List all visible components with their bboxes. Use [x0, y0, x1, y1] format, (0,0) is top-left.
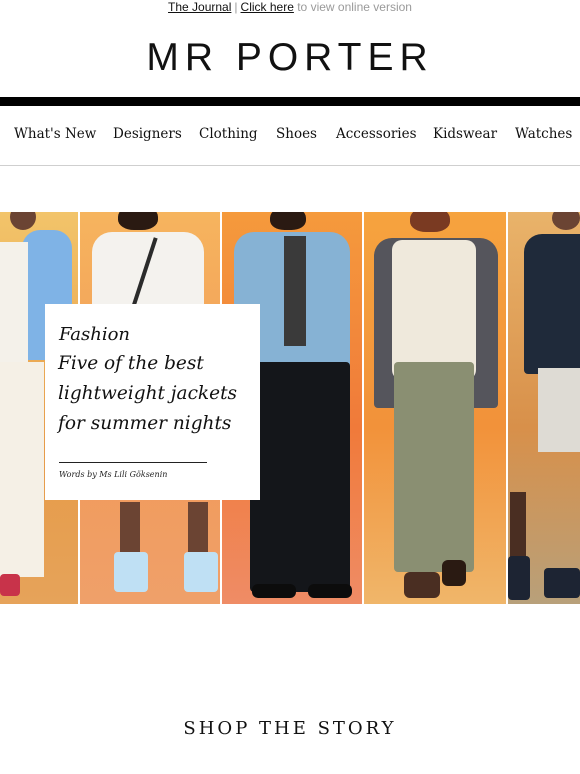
nav-item-accessories[interactable]: Accessories — [336, 126, 417, 142]
byline-divider — [59, 462, 207, 463]
nav-item-designers[interactable]: Designers — [113, 126, 182, 142]
category-label: Fashion — [59, 324, 131, 345]
story-byline: Words by Ms Lili Göksenin — [59, 470, 168, 479]
topbar-separator: | — [234, 0, 238, 14]
nav-item-whats-new[interactable]: What's New — [14, 126, 96, 142]
story-title[interactable]: Five of the best lightweight jackets for… — [58, 349, 254, 439]
header-divider — [0, 97, 580, 106]
nav-item-shoes[interactable]: Shoes — [276, 126, 317, 142]
view-online-text: to view online version — [293, 0, 412, 14]
model-photo-4 — [364, 212, 506, 604]
nav-divider — [0, 165, 580, 166]
journal-link[interactable]: The Journal — [168, 0, 231, 14]
nav-item-kidswear[interactable]: Kidswear — [433, 126, 497, 142]
main-navigation: What's New Designers Clothing Shoes Acce… — [0, 126, 580, 146]
click-here-link[interactable]: Click here — [241, 0, 294, 14]
shop-the-story-heading: SHOP THE STORY — [183, 718, 397, 739]
story-card[interactable]: Fashion Five of the best lightweight jac… — [45, 304, 260, 500]
nav-item-watches[interactable]: Watches — [515, 126, 572, 142]
view-online-bar: The Journal | Click here to view online ve… — [0, 0, 580, 14]
brand-logo[interactable]: MR PORTER — [0, 36, 580, 80]
model-photo-5 — [508, 212, 580, 604]
nav-item-clothing[interactable]: Clothing — [199, 126, 258, 142]
